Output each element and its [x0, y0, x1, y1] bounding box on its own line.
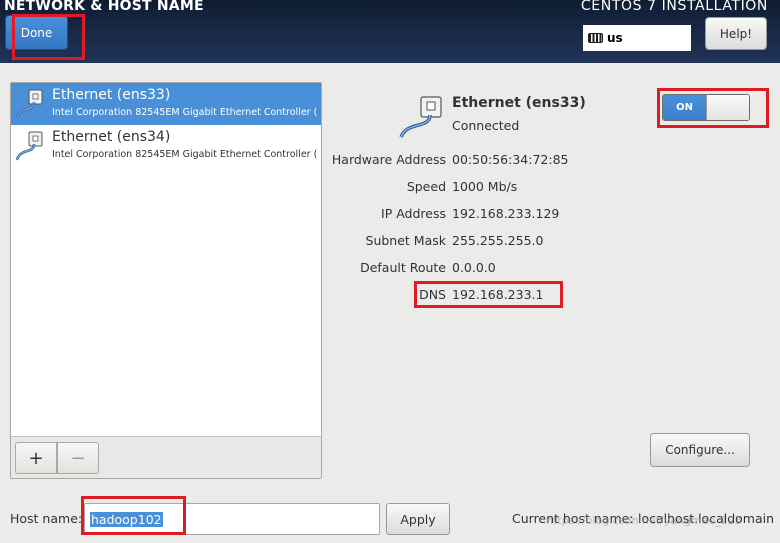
- watermark: https://blog.csdn.net/yangmao_123: [546, 514, 742, 527]
- add-device-button[interactable]: +: [15, 442, 57, 474]
- ethernet-cable-icon: [15, 131, 43, 161]
- toggle-knob: [706, 95, 749, 120]
- hardware-address-label: Hardware Address: [331, 152, 446, 167]
- subnet-mask-label: Subnet Mask: [365, 233, 446, 248]
- device-list-toolbar: + −: [11, 436, 321, 478]
- device-item-ens34[interactable]: Ethernet (ens34) Intel Corporation 82545…: [11, 125, 321, 167]
- toggle-on-label: ON: [663, 95, 706, 120]
- subnet-mask-value: 255.255.255.0: [452, 233, 544, 248]
- keyboard-layout-indicator[interactable]: us: [583, 25, 691, 51]
- dns-label: DNS: [419, 287, 446, 302]
- host-name-value: hadoop102: [90, 511, 163, 527]
- screen-title: NETWORK & HOST NAME: [4, 0, 204, 14]
- device-description: Intel Corporation 82545EM Gigabit Ethern…: [52, 107, 318, 118]
- device-list: Ethernet (ens33) Intel Corporation 82545…: [11, 83, 321, 436]
- device-name: Ethernet (ens33): [52, 87, 171, 103]
- apply-button[interactable]: Apply: [386, 503, 450, 535]
- keyboard-icon: [588, 33, 603, 43]
- configure-button[interactable]: Configure...: [650, 433, 750, 467]
- connection-toggle-switch[interactable]: ON: [662, 94, 750, 121]
- help-button[interactable]: Help!: [705, 17, 767, 50]
- device-name: Ethernet (ens34): [52, 129, 171, 145]
- default-route-label: Default Route: [360, 260, 446, 275]
- speed-value: 1000 Mb/s: [452, 179, 518, 194]
- installation-title: CENTOS 7 INSTALLATION: [580, 0, 768, 14]
- dns-value: 192.168.233.1: [452, 287, 544, 302]
- host-name-label: Host name:: [10, 511, 83, 526]
- device-description: Intel Corporation 82545EM Gigabit Ethern…: [52, 149, 318, 160]
- ethernet-cable-icon: [15, 89, 43, 119]
- remove-device-button[interactable]: −: [57, 442, 99, 474]
- ip-address-label: IP Address: [381, 206, 446, 221]
- host-name-input[interactable]: hadoop102: [84, 503, 380, 535]
- device-list-panel: Ethernet (ens33) Intel Corporation 82545…: [10, 82, 322, 479]
- ethernet-cable-icon: [399, 96, 442, 138]
- default-route-value: 0.0.0.0: [452, 260, 496, 275]
- ip-address-value: 192.168.233.129: [452, 206, 560, 221]
- hardware-address-value: 00:50:56:34:72:85: [452, 152, 569, 167]
- speed-label: Speed: [406, 179, 446, 194]
- keyboard-layout-label: us: [607, 31, 623, 45]
- done-button[interactable]: Done: [5, 15, 68, 50]
- device-item-ens33[interactable]: Ethernet (ens33) Intel Corporation 82545…: [11, 83, 321, 125]
- detail-device-name: Ethernet (ens33): [452, 95, 586, 111]
- connection-status: Connected: [452, 118, 520, 133]
- header-bar: NETWORK & HOST NAME CENTOS 7 INSTALLATIO…: [0, 0, 780, 63]
